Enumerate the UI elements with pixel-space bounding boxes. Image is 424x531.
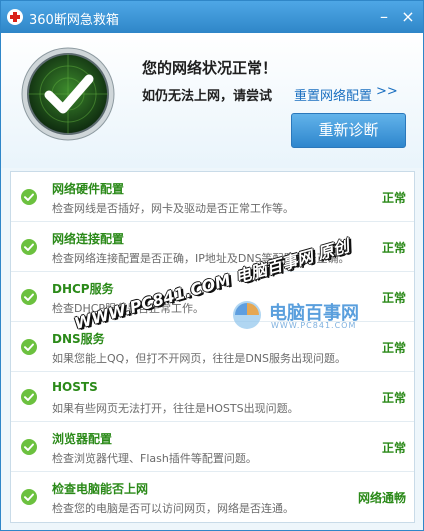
app-cross-icon <box>7 9 23 25</box>
check-description: 检查您的电脑是否可以访问网页，网络是否连通。 <box>52 502 294 515</box>
check-row-dhcp: DHCP服务 检查DHCP服务是否正常工作。 正常 <box>11 272 414 322</box>
check-row-connection: 网络连接配置 检查网络连接配置是否正确，IP地址及DNS等配置是否正确。 正常 <box>11 222 414 272</box>
check-description: 检查浏览器代理、Flash插件等配置问题。 <box>52 452 257 465</box>
network-status-title: 您的网络状况正常！ <box>142 59 278 77</box>
check-status: 正常 <box>381 241 406 255</box>
check-title: 浏览器配置 <box>52 432 113 446</box>
double-chevron-right-icon[interactable]: >> <box>376 84 398 99</box>
check-row-internet: 检查电脑能否上网 检查您的电脑是否可以访问网页，网络是否连通。 网络通畅 <box>11 472 414 522</box>
check-status: 正常 <box>381 391 406 405</box>
check-status: 正常 <box>381 341 406 355</box>
check-title: DHCP服务 <box>52 282 114 296</box>
check-status: 网络通畅 <box>357 491 406 505</box>
check-title: HOSTS <box>52 380 98 394</box>
check-circle-icon <box>21 239 37 255</box>
rediagnose-button[interactable]: 重新诊断 <box>291 113 406 148</box>
minimize-button[interactable]: – <box>374 7 394 27</box>
check-description: 如果有些网页无法打开，往往是HOSTS出现问题。 <box>52 402 299 415</box>
check-circle-icon <box>21 289 37 305</box>
check-description: 检查网络连接配置是否正确，IP地址及DNS等配置是否正确。 <box>52 252 350 265</box>
check-circle-icon <box>21 339 37 355</box>
check-row-dns: DNS服务 如果您能上QQ，但打不开网页，往往是DNS服务出现问题。 正常 <box>11 322 414 372</box>
check-circle-icon <box>21 489 37 505</box>
radar-check-icon <box>21 47 115 141</box>
check-description: 检查网线是否插好，网卡及驱动是否正常工作等。 <box>52 202 294 215</box>
check-description: 检查DHCP服务是否正常工作。 <box>52 302 205 315</box>
check-list: 网络硬件配置 检查网线是否插好，网卡及驱动是否正常工作等。 正常 网络连接配置 … <box>10 171 415 523</box>
check-title: 检查电脑能否上网 <box>52 482 149 496</box>
check-status: 正常 <box>381 441 406 455</box>
check-row-hardware: 网络硬件配置 检查网线是否插好，网卡及驱动是否正常工作等。 正常 <box>11 172 414 222</box>
check-row-browser: 浏览器配置 检查浏览器代理、Flash插件等配置问题。 正常 <box>11 422 414 472</box>
check-title: DNS服务 <box>52 332 105 346</box>
check-row-hosts: HOSTS 如果有些网页无法打开，往往是HOSTS出现问题。 正常 <box>11 372 414 422</box>
check-status: 正常 <box>381 291 406 305</box>
check-title: 网络硬件配置 <box>52 182 125 196</box>
status-hint: 如仍无法上网，请尝试 <box>142 89 273 104</box>
close-button[interactable]: × <box>398 7 418 27</box>
first-aid-window: 360断网急救箱 – × 您的网络状况正常！ 如仍无法上网，请尝试 重置网络配置… <box>0 0 424 531</box>
reset-network-link[interactable]: 重置网络配置 <box>294 85 372 104</box>
status-header: 您的网络状况正常！ 如仍无法上网，请尝试 重置网络配置 >> 重新诊断 <box>1 33 423 168</box>
check-description: 如果您能上QQ，但打不开网页，往往是DNS服务出现问题。 <box>52 352 346 365</box>
check-title: 网络连接配置 <box>52 232 125 246</box>
check-circle-icon <box>21 439 37 455</box>
check-circle-icon <box>21 389 37 405</box>
window-title: 360断网急救箱 <box>29 13 119 28</box>
check-circle-icon <box>21 189 37 205</box>
check-status: 正常 <box>381 191 406 205</box>
title-bar[interactable]: 360断网急救箱 – × <box>1 1 423 33</box>
